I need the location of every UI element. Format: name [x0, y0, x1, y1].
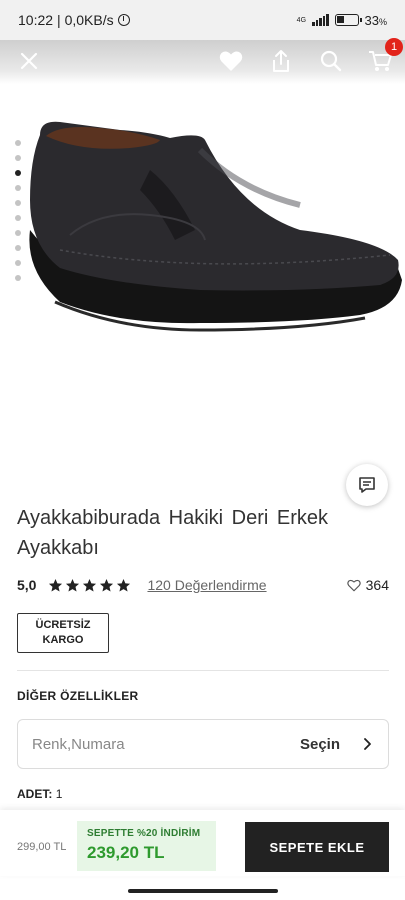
gallery-dot[interactable]	[15, 185, 21, 191]
variant-selector[interactable]: Renk,Numara Seçin	[17, 719, 389, 769]
gallery-dot[interactable]	[15, 245, 21, 251]
other-features-title: DİĞER ÖZELLİKLER	[17, 689, 139, 703]
status-bar: 10:22 | 0,0KB/s 4G 33%	[0, 0, 405, 40]
gallery-dot[interactable]	[15, 260, 21, 266]
promo-price: 239,20 TL	[87, 843, 165, 862]
cart-count-badge: 1	[385, 38, 403, 56]
section-divider	[17, 670, 389, 671]
gallery-dot[interactable]	[15, 215, 21, 221]
product-title: Ayakkabiburada Hakiki Deri Erkek Ayakkab…	[17, 507, 328, 559]
battery-icon	[334, 14, 362, 26]
gallery-dot[interactable]	[15, 200, 21, 206]
reviews-link[interactable]: 120 Değerlendirme	[147, 577, 266, 593]
star-icon	[117, 578, 131, 591]
signal-icon	[312, 14, 329, 26]
old-price: 299,00 TL	[17, 841, 67, 853]
gallery-dot[interactable]	[15, 230, 21, 236]
home-indicator[interactable]	[128, 889, 278, 893]
star-icon	[66, 578, 80, 591]
search-icon[interactable]	[318, 48, 344, 74]
variant-placeholder: Renk,Numara	[32, 735, 125, 753]
chat-button[interactable]	[346, 464, 388, 506]
status-time: 10:22	[18, 12, 54, 28]
rating-row: 5,0 120 Değerlendirme 364	[17, 574, 389, 596]
share-icon[interactable]	[268, 48, 294, 74]
heart-outline-icon	[346, 579, 361, 591]
quantity-row: ADET: 1	[17, 787, 62, 801]
top-toolbar	[0, 40, 405, 84]
favorite-count-value: 364	[365, 577, 389, 593]
chat-icon	[359, 477, 375, 493]
quantity-label: ADET:	[17, 787, 53, 801]
add-to-cart-button[interactable]: SEPETE EKLE	[245, 822, 389, 872]
rating-score: 5,0	[17, 577, 37, 593]
chevron-right-icon	[360, 737, 374, 751]
promo-label: SEPETTE %20 İNDİRİM	[87, 828, 201, 839]
product-image	[29, 121, 402, 332]
favorite-count[interactable]: 364	[346, 577, 389, 593]
gallery-dot[interactable]	[15, 140, 21, 146]
quantity-value: 1	[55, 787, 63, 801]
promo-price-box: SEPETTE %20 İNDİRİM 239,20 TL	[77, 821, 216, 871]
star-icon	[49, 578, 63, 591]
variant-select-action: Seçin	[299, 735, 340, 753]
star-icon	[83, 578, 97, 591]
network-type: 4G	[296, 16, 307, 24]
rating-stars	[48, 578, 131, 593]
status-speed: | 0,0KB/s	[57, 12, 114, 28]
gallery-dot-active[interactable]	[15, 170, 21, 176]
alarm-icon	[117, 14, 130, 26]
gallery-dot[interactable]	[15, 275, 21, 281]
free-shipping-badge: ÜCRETSİZ KARGO	[17, 613, 109, 653]
star-icon	[100, 578, 114, 591]
close-icon[interactable]	[16, 48, 42, 74]
gallery-dot[interactable]	[15, 155, 21, 161]
battery-level: 33%	[364, 12, 387, 28]
gallery-pagination[interactable]	[15, 140, 21, 281]
purchase-bar: 299,00 TL SEPETTE %20 İNDİRİM 239,20 TL …	[0, 810, 405, 876]
heart-icon[interactable]	[218, 48, 244, 74]
product-image-gallery[interactable]	[0, 40, 405, 510]
